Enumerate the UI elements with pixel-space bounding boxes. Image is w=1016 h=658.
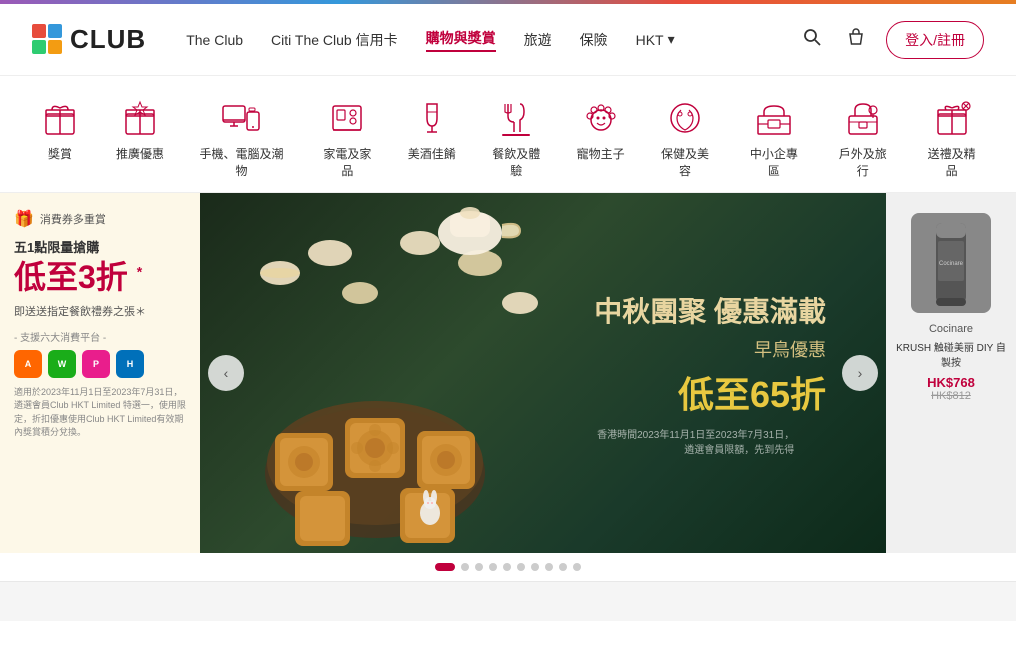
cat-gifts-label: 送禮及精品 xyxy=(923,146,980,180)
left-panel-title: 五1點限量搶購 xyxy=(14,237,186,256)
cat-health-label: 保健及美容 xyxy=(657,146,714,180)
cat-sme[interactable]: 中小企專區 xyxy=(729,88,818,192)
mooncake-illustration xyxy=(220,193,570,553)
left-panel-footer: 適用於2023年11月1日至2023年7月31日，遴選會員Club HKT Li… xyxy=(14,386,186,440)
carousel-main: ‹ xyxy=(200,193,886,553)
cat-dining-label: 餐飲及體驗 xyxy=(488,146,545,180)
cat-sme-label: 中小企專區 xyxy=(745,146,802,180)
platform-paypal: H xyxy=(116,350,144,378)
svg-text:Cocinare: Cocinare xyxy=(939,261,964,267)
logo-icon xyxy=(32,24,64,56)
product-illustration: Cocinare xyxy=(921,213,981,313)
bottom-bar xyxy=(0,581,1016,621)
dot-5[interactable] xyxy=(517,563,525,571)
search-button[interactable] xyxy=(798,23,826,57)
product-brand: Cocinare xyxy=(929,323,973,335)
nav-shopping[interactable]: 購物與獎賞 xyxy=(426,28,496,52)
cat-wine-icon xyxy=(410,96,454,140)
carousel-prev-button[interactable]: ‹ xyxy=(208,355,244,391)
cat-pets-icon xyxy=(579,96,623,140)
cat-pets-label: 寵物主子 xyxy=(577,146,625,163)
logo[interactable]: CLUB xyxy=(32,24,146,56)
main-nav: The Club Citi The Club 信用卡 購物與獎賞 旅遊 保險 H… xyxy=(186,28,798,52)
cat-dining-icon xyxy=(494,96,538,140)
cat-outdoor-label: 戶外及旅行 xyxy=(834,146,891,180)
product-price: HK$768 xyxy=(927,375,975,390)
login-button[interactable]: 登入/註冊 xyxy=(886,21,984,59)
cat-tech-label: 手機、電腦及潮物 xyxy=(196,146,287,180)
carousel-left-panel: 🎁 消費券多重賞 五1點限量搶購 低至3折 * 即送送指定餐飲禮券之張＊ - 支… xyxy=(0,193,200,553)
cat-sme-icon xyxy=(752,96,796,140)
carousel-right-panel: Cocinare Cocinare KRUSH 触碰美丽 DIY 自製按 HK$… xyxy=(886,193,1016,553)
cat-promotions-icon xyxy=(118,96,162,140)
dot-1[interactable] xyxy=(461,563,469,571)
bag-button[interactable] xyxy=(842,23,870,57)
carousel-section: 🎁 消費券多重賞 五1點限量搶購 低至3折 * 即送送指定餐飲禮券之張＊ - 支… xyxy=(0,193,1016,553)
platform-payme: P xyxy=(82,350,110,378)
platform-wechat: W xyxy=(48,350,76,378)
left-panel-platforms: A W P H xyxy=(14,350,186,378)
bag-icon xyxy=(846,27,866,47)
left-panel-big: 低至3折 * xyxy=(14,260,186,295)
cat-tech[interactable]: 手機、電腦及潮物 xyxy=(180,88,303,192)
dot-6[interactable] xyxy=(531,563,539,571)
cat-homeappliance[interactable]: 家電及家品 xyxy=(303,88,392,192)
nav-citi[interactable]: Citi The Club 信用卡 xyxy=(271,30,398,50)
dot-7[interactable] xyxy=(545,563,553,571)
nav-the-club[interactable]: The Club xyxy=(186,32,243,48)
cat-homeappliance-label: 家電及家品 xyxy=(319,146,376,180)
dot-9[interactable] xyxy=(573,563,581,571)
cat-wine[interactable]: 美酒佳餚 xyxy=(392,88,472,175)
cat-promotions-label: 推廣優惠 xyxy=(116,146,164,163)
carousel-discount: 低至65折 xyxy=(594,366,826,418)
left-panel-sub2: - 支援六大消費平台 - xyxy=(14,329,186,344)
cat-health-icon xyxy=(663,96,707,140)
cat-rewards-label: 獎賞 xyxy=(48,146,72,163)
carousel-main-title: 中秋團聚 優惠滿載 xyxy=(594,290,826,330)
cat-promotions[interactable]: 推廣優惠 xyxy=(100,88,180,175)
product-image: Cocinare xyxy=(911,213,991,313)
carousel-image: 中秋團聚 優惠滿載 早鳥優惠 低至65折 香港時間2023年11月1日至2023… xyxy=(200,193,886,553)
cat-wine-label: 美酒佳餚 xyxy=(408,146,456,163)
product-original-price: HK$812 xyxy=(931,390,971,402)
cat-tech-icon xyxy=(219,96,263,140)
platform-alipay: A xyxy=(14,350,42,378)
category-nav: 獎賞 推廣優惠 手機、電腦及潮物 xyxy=(0,76,1016,193)
cat-outdoor[interactable]: 戶外及旅行 xyxy=(818,88,907,192)
badge-text: 消費券多重賞 xyxy=(40,211,106,227)
header: CLUB The Club Citi The Club 信用卡 購物與獎賞 旅遊… xyxy=(0,4,1016,76)
cat-health[interactable]: 保健及美容 xyxy=(641,88,730,192)
dot-3[interactable] xyxy=(489,563,497,571)
badge-icon: 🎁 xyxy=(14,209,34,229)
carousel-disclaimer: 香港時間2023年11月1日至2023年7月31日，遴選會員限額，先到先得 xyxy=(594,426,794,456)
dot-2[interactable] xyxy=(475,563,483,571)
nav-hkt[interactable]: HKT ▾ xyxy=(636,31,675,48)
cat-outdoor-icon xyxy=(841,96,885,140)
cat-rewards[interactable]: 獎賞 xyxy=(20,88,100,175)
chevron-down-icon: ▾ xyxy=(668,31,675,48)
carousel-next-button[interactable]: › xyxy=(842,355,878,391)
cat-pets[interactable]: 寵物主子 xyxy=(561,88,641,175)
nav-travel[interactable]: 旅遊 xyxy=(524,30,552,50)
carousel-dots xyxy=(0,553,1016,581)
cat-gifts-icon xyxy=(930,96,974,140)
header-actions: 登入/註冊 xyxy=(798,21,984,59)
dot-0[interactable] xyxy=(435,563,455,571)
cat-dining[interactable]: 餐飲及體驗 xyxy=(472,88,561,192)
carousel-text: 中秋團聚 優惠滿載 早鳥優惠 低至65折 香港時間2023年11月1日至2023… xyxy=(594,290,826,456)
dot-8[interactable] xyxy=(559,563,567,571)
dot-4[interactable] xyxy=(503,563,511,571)
carousel-sub-title: 早鳥優惠 xyxy=(594,336,826,362)
product-name: KRUSH 触碰美丽 DIY 自製按 xyxy=(896,339,1006,369)
search-icon xyxy=(802,27,822,47)
cat-homeappliance-icon xyxy=(325,96,369,140)
left-panel-badge: 🎁 消費券多重賞 xyxy=(14,209,186,229)
logo-text: CLUB xyxy=(70,24,146,55)
cat-gifts[interactable]: 送禮及精品 xyxy=(907,88,996,192)
left-panel-sub: 即送送指定餐飲禮券之張＊ xyxy=(14,303,186,319)
nav-insurance[interactable]: 保險 xyxy=(580,30,608,50)
cat-rewards-icon xyxy=(38,96,82,140)
